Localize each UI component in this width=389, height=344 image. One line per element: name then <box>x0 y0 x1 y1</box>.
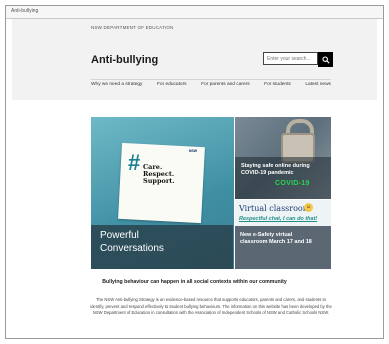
hashtag-card-text: Care. Respect. Support. <box>143 164 175 185</box>
site-title[interactable]: Anti-bullying <box>91 54 158 66</box>
nav-item-strategy[interactable]: Why we need a strategy <box>91 82 142 87</box>
intro-heading: Bullying behaviour can happen in all soc… <box>102 279 287 285</box>
intro-paragraph: The NSW Anti-bullying Strategy is an evi… <box>90 297 332 315</box>
hero-main-caption: Powerful Conversations <box>100 229 164 255</box>
department-label[interactable]: NSW DEPARTMENT OF EDUCATION <box>91 25 174 30</box>
nav-divider <box>91 79 331 80</box>
nav-item-educators[interactable]: For educators <box>157 82 187 87</box>
browser-window: Anti-bullying NSW DEPARTMENT OF EDUCATIO… <box>5 5 384 339</box>
nav-item-parents[interactable]: For parents and carers <box>201 82 250 87</box>
nav-item-students[interactable]: For students <box>264 82 291 87</box>
hashtag-symbol: # <box>128 150 141 175</box>
nav-item-news[interactable]: Latest news <box>305 82 331 87</box>
smiley-icon: ☺ <box>304 203 313 212</box>
caption-line: COVID-19 pandemic <box>241 170 294 176</box>
hero-grid: # Care. Respect. Support. NSW Powerful C… <box>91 117 331 269</box>
caption-line: Staying safe online during <box>241 163 310 169</box>
search-icon <box>321 55 330 64</box>
virtual-classroom-caption: New e-Safety virtual classroom March 17 … <box>240 232 312 246</box>
search-button[interactable] <box>318 52 333 67</box>
search-input[interactable] <box>263 52 318 65</box>
site-header: NSW DEPARTMENT OF EDUCATION Anti-bullyin… <box>12 19 377 100</box>
browser-tab-title[interactable]: Anti-bullying <box>11 8 38 14</box>
caption-line: Powerful <box>100 230 139 241</box>
covid-screen-text: COVID-19 <box>275 180 310 187</box>
search-form <box>263 52 333 67</box>
caption-line: Conversations <box>100 243 164 254</box>
browser-tab-bar: Anti-bullying <box>6 6 383 19</box>
hero-tile-online-safety[interactable]: Staying safe online during COVID-19 pand… <box>235 117 331 199</box>
card-line-support: Support. <box>143 177 175 185</box>
web-page: NSW DEPARTMENT OF EDUCATION Anti-bullyin… <box>12 19 377 338</box>
virtual-classroom-subtitle: Respectful chat, I can do that! <box>239 216 318 222</box>
nsw-logo: NSW <box>188 149 198 153</box>
caption-line: New e-Safety virtual <box>240 232 293 238</box>
main-nav: Why we need a strategy For educators For… <box>91 82 331 87</box>
hero-tile-virtual-classroom[interactable]: Virtual classroom ☺ Respectful chat, I c… <box>235 200 331 269</box>
caption-line: classroom March 17 and 18 <box>240 239 312 245</box>
online-safety-caption: Staying safe online during COVID-19 pand… <box>241 163 310 177</box>
hero-tile-powerful-conversations[interactable]: # Care. Respect. Support. NSW Powerful C… <box>91 117 234 269</box>
virtual-classroom-title: Virtual classroom <box>239 204 311 213</box>
